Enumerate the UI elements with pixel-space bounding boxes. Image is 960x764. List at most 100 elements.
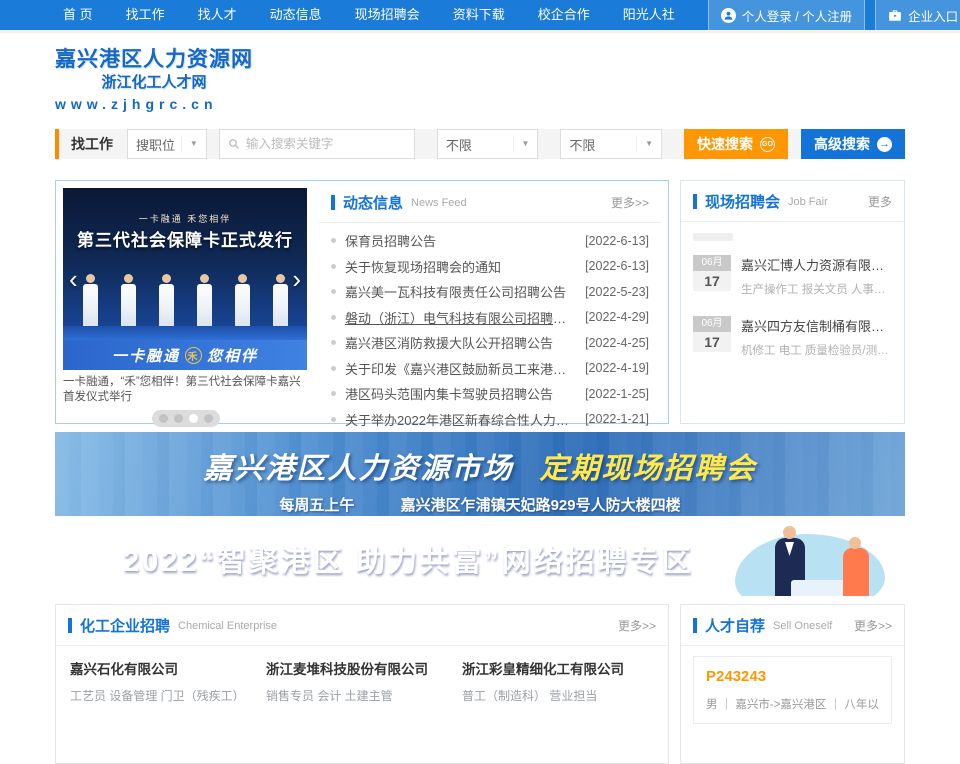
grain-seal-icon: 禾 [185, 347, 202, 364]
person-figure [157, 274, 175, 332]
news-item-date: [2022-4-25] [585, 336, 649, 350]
news-item[interactable]: 港区码头范围内集卡驾驶员招聘公告 [2022-1-25] [331, 381, 649, 407]
site-logo[interactable]: 嘉兴港区人力资源网 浙江化工人才网 www.zjhgrc.cn [55, 47, 253, 115]
location-filter-select[interactable]: 不限 ▼ [437, 129, 539, 159]
news-item-title[interactable]: 嘉兴港区消防救援大队公开招聘公告 [345, 333, 575, 352]
person-figure [233, 274, 251, 332]
nav-link[interactable]: 找人才 [198, 0, 260, 30]
news-item-date: [2022-4-19] [585, 361, 649, 375]
news-item-title[interactable]: 保育员招聘公告 [345, 231, 575, 250]
enterprise-entry-button[interactable]: 企业入口 [875, 0, 960, 30]
quick-search-button[interactable]: 快速搜索 GO [684, 129, 788, 159]
company-name[interactable]: 嘉兴四方友信制桶有限公司 [741, 316, 892, 335]
site-title: 嘉兴港区人力资源网 [55, 47, 253, 73]
nav-links: 首 页 找工作 找人才 动态信息 现场招聘会 资料下载 校企合作 阳光人社 [55, 0, 708, 30]
slide-bottom-banner: 一卡融通 禾 您相伴 [63, 340, 307, 370]
carousel-dot[interactable] [159, 414, 168, 423]
bullet-icon [331, 366, 336, 371]
news-item[interactable]: 关于恢复现场招聘会的通知 [2022-6-13] [331, 254, 649, 280]
job-fair-item[interactable]: 06月 17 嘉兴汇博人力资源有限公司 生产操作工 报关文员 人事行政助理... [681, 244, 904, 305]
nav-link[interactable]: 资料下载 [453, 0, 528, 30]
news-item[interactable]: 嘉兴美一瓦科技有限责任公司招聘公告 [2022-5-23] [331, 279, 649, 305]
talent-more-link[interactable]: 更多>> [854, 617, 892, 634]
news-item-title[interactable]: 关于印发《嘉兴港区鼓励新员工来港就业补助操作... [345, 359, 575, 378]
keyword-search-field[interactable] [219, 129, 415, 159]
search-category-select[interactable]: 搜职位 ▼ [127, 129, 207, 159]
bullet-icon [331, 264, 336, 269]
news-item-title[interactable]: 磐动（浙江）电气科技有限公司招聘公告 [345, 308, 575, 327]
nav-link[interactable]: 找工作 [126, 0, 188, 30]
talent-card[interactable]: P243243 男 ｜ 嘉兴市->嘉兴港区 ｜ 八年以上 [693, 656, 892, 724]
company-list: 嘉兴石化有限公司 工艺员 设备管理 门卫（残疾工） 浙江麦堆科技股份有限公司 销… [56, 646, 668, 704]
job-fair-item[interactable]: 06月 17 嘉兴四方友信制桶有限公司 机修工 电工 质量检验员/测试员 叉车.… [681, 305, 904, 366]
carousel-slide[interactable]: 一卡融通 禾您相伴 第三代社会保障卡正式发行 一卡融通 禾 您相 [63, 188, 307, 370]
carousel-dot[interactable] [204, 414, 213, 423]
news-item[interactable]: 关于印发《嘉兴港区鼓励新员工来港就业补助操作... [2022-4-19] [331, 356, 649, 382]
bullet-icon [331, 289, 336, 294]
go-icon: GO [760, 137, 775, 152]
nav-link[interactable]: 动态信息 [270, 0, 345, 30]
nav-link[interactable]: 阳光人社 [623, 0, 698, 30]
news-more-link[interactable]: 更多>> [611, 194, 649, 211]
job-fair-info: 嘉兴汇博人力资源有限公司 生产操作工 报关文员 人事行政助理... [741, 255, 892, 297]
news-item[interactable]: 保育员招聘公告 [2022-6-13] [331, 228, 649, 254]
online-recruitment-banner[interactable]: 2022“智聚港区 助力共富”网络招聘专区 [55, 522, 905, 596]
advanced-search-button[interactable]: 高级搜索 → [801, 129, 905, 159]
talent-title: 人才自荐 [705, 615, 765, 636]
nav-link[interactable]: 现场招聘会 [355, 0, 443, 30]
orange-accent-bar [55, 129, 59, 159]
company-entry[interactable]: 浙江彩皇精细化工有限公司 普工（制造科） 营业担当 [462, 658, 658, 704]
job-fair-list: 06月 17 嘉兴汇博人力资源有限公司 生产操作工 报关文员 人事行政助理...… [681, 244, 904, 366]
news-feed: 动态信息 News Feed 更多>> 保育员招聘公告 [2022-6-13] [319, 188, 661, 416]
job-fair-more-link[interactable]: 更多 [868, 193, 892, 210]
search-input[interactable] [246, 137, 406, 151]
job-search-bar: 找工作 搜职位 ▼ 不限 ▼ 不限 ▼ 快速搜索 GO 高级搜索 → [55, 129, 905, 159]
carousel-dots [152, 410, 220, 427]
site-url: www.zjhgrc.cn [55, 93, 253, 115]
carousel-prev-arrow[interactable]: ‹ [69, 266, 78, 292]
news-item[interactable]: 关于举办2022年港区新春综合性人力资源暨春风... [2022-1-21] [331, 407, 649, 433]
news-header: 动态信息 News Feed 更多>> [319, 188, 661, 223]
blue-bar-icon [331, 195, 335, 210]
news-item[interactable]: 磐动（浙江）电气科技有限公司招聘公告 [2022-4-29] [331, 305, 649, 331]
date-badge-day: 17 [693, 332, 731, 352]
nav-link[interactable]: 首 页 [63, 0, 116, 30]
job-list: 机修工 电工 质量检验员/测试员 叉车... [741, 342, 892, 358]
news-item-title[interactable]: 关于举办2022年港区新春综合性人力资源暨春风... [345, 410, 575, 429]
job-fair-banner[interactable]: 嘉兴港区人力资源市场 定期现场招聘会 每周五上午 嘉兴港区乍浦镇天妃路929号人… [55, 432, 905, 516]
company-name[interactable]: 浙江彩皇精细化工有限公司 [462, 658, 658, 678]
news-item-date: [2022-6-13] [585, 259, 649, 273]
company-name[interactable]: 浙江麦堆科技股份有限公司 [266, 658, 462, 678]
chevron-down-icon: ▼ [636, 136, 653, 152]
type-filter-select[interactable]: 不限 ▼ [560, 129, 662, 159]
company-name[interactable]: 嘉兴汇博人力资源有限公司 [741, 255, 892, 274]
company-entry[interactable]: 嘉兴石化有限公司 工艺员 设备管理 门卫（残疾工） [70, 658, 266, 704]
talent-subtitle: Sell Oneself [773, 620, 832, 632]
nav-buttons: 个人登录 / 个人注册 企业入口 [708, 0, 960, 30]
talent-id[interactable]: P243243 [706, 668, 879, 685]
personal-login-button[interactable]: 个人登录 / 个人注册 [708, 0, 865, 30]
site-header: 嘉兴港区人力资源网 浙江化工人才网 www.zjhgrc.cn [55, 33, 905, 125]
applicant-figure [843, 548, 869, 596]
news-item-title[interactable]: 港区码头范围内集卡驾驶员招聘公告 [345, 384, 575, 403]
news-item-title[interactable]: 关于恢复现场招聘会的通知 [345, 257, 575, 276]
carousel-dot[interactable] [189, 414, 198, 423]
chemical-more-link[interactable]: 更多>> [618, 617, 656, 634]
date-badge: 06月 17 [693, 316, 731, 358]
carousel-dot[interactable] [174, 414, 183, 423]
news-item[interactable]: 嘉兴港区消防救援大队公开招聘公告 [2022-4-25] [331, 330, 649, 356]
company-entry[interactable]: 浙江麦堆科技股份有限公司 销售专员 会计 土建主管 [266, 658, 462, 704]
news-item-title[interactable]: 嘉兴美一瓦科技有限责任公司招聘公告 [345, 282, 575, 301]
carousel-caption[interactable]: 一卡融通，“禾”您相伴！第三代社会保障卡嘉兴首发仪式举行 [63, 375, 309, 405]
carousel-next-arrow[interactable]: › [292, 266, 301, 292]
banner1-title: 嘉兴港区人力资源市场 定期现场招聘会 [55, 432, 905, 487]
quick-search-label: 快速搜索 [697, 134, 753, 154]
slide-people-illustration [63, 274, 307, 332]
news-item-date: [2022-1-21] [585, 412, 649, 426]
blue-bar-icon [68, 618, 72, 633]
search-label: 找工作 [71, 134, 113, 154]
company-name[interactable]: 嘉兴石化有限公司 [70, 658, 266, 678]
nav-link[interactable]: 校企合作 [538, 0, 613, 30]
person-figure [195, 274, 213, 332]
job-fair-header: 现场招聘会 Job Fair 更多 [681, 181, 904, 222]
